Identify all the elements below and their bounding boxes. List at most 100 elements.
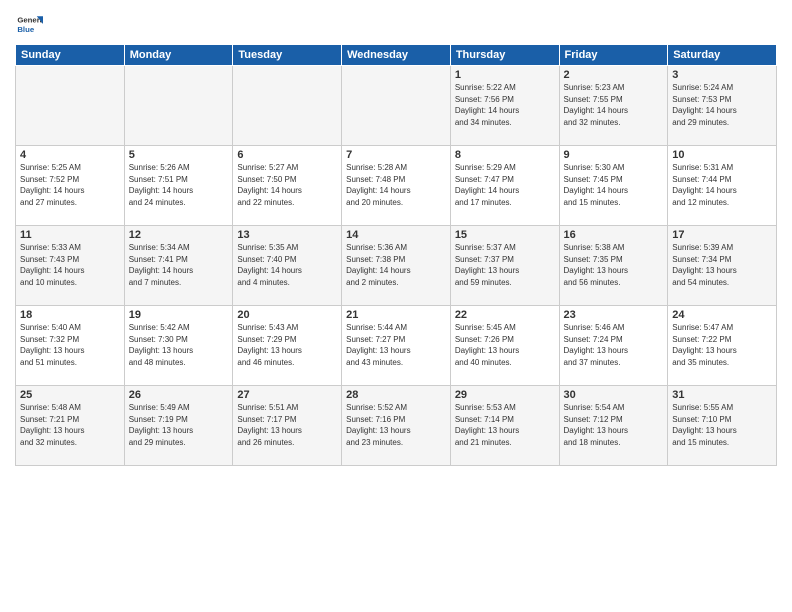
day-number: 31 — [672, 389, 772, 401]
calendar-cell: 13Sunrise: 5:35 AMSunset: 7:40 PMDayligh… — [233, 226, 342, 306]
calendar-cell: 1Sunrise: 5:22 AMSunset: 7:56 PMDaylight… — [450, 66, 559, 146]
weekday-header-sunday: Sunday — [16, 45, 125, 66]
day-number: 19 — [129, 309, 229, 321]
day-number: 10 — [672, 149, 772, 161]
calendar-cell: 31Sunrise: 5:55 AMSunset: 7:10 PMDayligh… — [668, 386, 777, 466]
day-info: Sunrise: 5:22 AMSunset: 7:56 PMDaylight:… — [455, 82, 555, 128]
weekday-header-tuesday: Tuesday — [233, 45, 342, 66]
calendar-cell: 12Sunrise: 5:34 AMSunset: 7:41 PMDayligh… — [124, 226, 233, 306]
day-number: 28 — [346, 389, 446, 401]
day-number: 5 — [129, 149, 229, 161]
weekday-header-saturday: Saturday — [668, 45, 777, 66]
header: General Blue — [15, 10, 777, 38]
day-info: Sunrise: 5:26 AMSunset: 7:51 PMDaylight:… — [129, 162, 229, 208]
day-number: 7 — [346, 149, 446, 161]
calendar-cell: 21Sunrise: 5:44 AMSunset: 7:27 PMDayligh… — [342, 306, 451, 386]
day-number: 23 — [564, 309, 664, 321]
day-number: 27 — [237, 389, 337, 401]
calendar-cell: 27Sunrise: 5:51 AMSunset: 7:17 PMDayligh… — [233, 386, 342, 466]
day-info: Sunrise: 5:38 AMSunset: 7:35 PMDaylight:… — [564, 242, 664, 288]
day-info: Sunrise: 5:30 AMSunset: 7:45 PMDaylight:… — [564, 162, 664, 208]
calendar-cell: 5Sunrise: 5:26 AMSunset: 7:51 PMDaylight… — [124, 146, 233, 226]
day-number: 15 — [455, 229, 555, 241]
day-info: Sunrise: 5:39 AMSunset: 7:34 PMDaylight:… — [672, 242, 772, 288]
weekday-header-thursday: Thursday — [450, 45, 559, 66]
weekday-header-wednesday: Wednesday — [342, 45, 451, 66]
calendar-cell: 18Sunrise: 5:40 AMSunset: 7:32 PMDayligh… — [16, 306, 125, 386]
day-info: Sunrise: 5:28 AMSunset: 7:48 PMDaylight:… — [346, 162, 446, 208]
day-number: 6 — [237, 149, 337, 161]
calendar-cell — [124, 66, 233, 146]
calendar-cell: 24Sunrise: 5:47 AMSunset: 7:22 PMDayligh… — [668, 306, 777, 386]
day-info: Sunrise: 5:48 AMSunset: 7:21 PMDaylight:… — [20, 402, 120, 448]
calendar-cell: 9Sunrise: 5:30 AMSunset: 7:45 PMDaylight… — [559, 146, 668, 226]
day-number: 2 — [564, 69, 664, 81]
calendar-cell: 4Sunrise: 5:25 AMSunset: 7:52 PMDaylight… — [16, 146, 125, 226]
calendar-week-row: 18Sunrise: 5:40 AMSunset: 7:32 PMDayligh… — [16, 306, 777, 386]
day-info: Sunrise: 5:54 AMSunset: 7:12 PMDaylight:… — [564, 402, 664, 448]
svg-text:Blue: Blue — [17, 25, 35, 34]
calendar-cell — [342, 66, 451, 146]
day-number: 24 — [672, 309, 772, 321]
calendar-week-row: 11Sunrise: 5:33 AMSunset: 7:43 PMDayligh… — [16, 226, 777, 306]
day-number: 8 — [455, 149, 555, 161]
day-number: 17 — [672, 229, 772, 241]
day-number: 21 — [346, 309, 446, 321]
day-info: Sunrise: 5:43 AMSunset: 7:29 PMDaylight:… — [237, 322, 337, 368]
day-info: Sunrise: 5:46 AMSunset: 7:24 PMDaylight:… — [564, 322, 664, 368]
day-number: 4 — [20, 149, 120, 161]
weekday-header-monday: Monday — [124, 45, 233, 66]
day-info: Sunrise: 5:51 AMSunset: 7:17 PMDaylight:… — [237, 402, 337, 448]
day-number: 3 — [672, 69, 772, 81]
day-info: Sunrise: 5:24 AMSunset: 7:53 PMDaylight:… — [672, 82, 772, 128]
calendar-cell: 19Sunrise: 5:42 AMSunset: 7:30 PMDayligh… — [124, 306, 233, 386]
logo: General Blue — [15, 10, 47, 38]
day-number: 13 — [237, 229, 337, 241]
day-info: Sunrise: 5:53 AMSunset: 7:14 PMDaylight:… — [455, 402, 555, 448]
calendar-cell: 29Sunrise: 5:53 AMSunset: 7:14 PMDayligh… — [450, 386, 559, 466]
calendar-cell: 20Sunrise: 5:43 AMSunset: 7:29 PMDayligh… — [233, 306, 342, 386]
calendar-cell: 6Sunrise: 5:27 AMSunset: 7:50 PMDaylight… — [233, 146, 342, 226]
calendar-cell: 10Sunrise: 5:31 AMSunset: 7:44 PMDayligh… — [668, 146, 777, 226]
calendar-cell: 28Sunrise: 5:52 AMSunset: 7:16 PMDayligh… — [342, 386, 451, 466]
calendar-cell — [16, 66, 125, 146]
calendar-page: General Blue SundayMondayTuesdayWednesda… — [0, 0, 792, 612]
calendar-body: 1Sunrise: 5:22 AMSunset: 7:56 PMDaylight… — [16, 66, 777, 466]
calendar-week-row: 4Sunrise: 5:25 AMSunset: 7:52 PMDaylight… — [16, 146, 777, 226]
day-info: Sunrise: 5:40 AMSunset: 7:32 PMDaylight:… — [20, 322, 120, 368]
day-number: 26 — [129, 389, 229, 401]
day-info: Sunrise: 5:42 AMSunset: 7:30 PMDaylight:… — [129, 322, 229, 368]
day-info: Sunrise: 5:34 AMSunset: 7:41 PMDaylight:… — [129, 242, 229, 288]
calendar-cell: 8Sunrise: 5:29 AMSunset: 7:47 PMDaylight… — [450, 146, 559, 226]
day-info: Sunrise: 5:37 AMSunset: 7:37 PMDaylight:… — [455, 242, 555, 288]
calendar-cell: 30Sunrise: 5:54 AMSunset: 7:12 PMDayligh… — [559, 386, 668, 466]
calendar-cell: 3Sunrise: 5:24 AMSunset: 7:53 PMDaylight… — [668, 66, 777, 146]
day-number: 20 — [237, 309, 337, 321]
day-info: Sunrise: 5:31 AMSunset: 7:44 PMDaylight:… — [672, 162, 772, 208]
weekday-header-friday: Friday — [559, 45, 668, 66]
calendar-cell: 11Sunrise: 5:33 AMSunset: 7:43 PMDayligh… — [16, 226, 125, 306]
calendar-cell: 14Sunrise: 5:36 AMSunset: 7:38 PMDayligh… — [342, 226, 451, 306]
day-number: 14 — [346, 229, 446, 241]
day-info: Sunrise: 5:47 AMSunset: 7:22 PMDaylight:… — [672, 322, 772, 368]
calendar-cell: 26Sunrise: 5:49 AMSunset: 7:19 PMDayligh… — [124, 386, 233, 466]
calendar-cell: 22Sunrise: 5:45 AMSunset: 7:26 PMDayligh… — [450, 306, 559, 386]
day-number: 11 — [20, 229, 120, 241]
day-number: 1 — [455, 69, 555, 81]
day-info: Sunrise: 5:25 AMSunset: 7:52 PMDaylight:… — [20, 162, 120, 208]
day-info: Sunrise: 5:36 AMSunset: 7:38 PMDaylight:… — [346, 242, 446, 288]
day-number: 22 — [455, 309, 555, 321]
day-info: Sunrise: 5:44 AMSunset: 7:27 PMDaylight:… — [346, 322, 446, 368]
calendar-cell: 15Sunrise: 5:37 AMSunset: 7:37 PMDayligh… — [450, 226, 559, 306]
calendar-table: SundayMondayTuesdayWednesdayThursdayFrid… — [15, 44, 777, 466]
calendar-header-row: SundayMondayTuesdayWednesdayThursdayFrid… — [16, 45, 777, 66]
day-info: Sunrise: 5:23 AMSunset: 7:55 PMDaylight:… — [564, 82, 664, 128]
calendar-week-row: 1Sunrise: 5:22 AMSunset: 7:56 PMDaylight… — [16, 66, 777, 146]
day-number: 9 — [564, 149, 664, 161]
day-number: 30 — [564, 389, 664, 401]
calendar-cell: 2Sunrise: 5:23 AMSunset: 7:55 PMDaylight… — [559, 66, 668, 146]
day-info: Sunrise: 5:45 AMSunset: 7:26 PMDaylight:… — [455, 322, 555, 368]
day-number: 29 — [455, 389, 555, 401]
calendar-cell: 7Sunrise: 5:28 AMSunset: 7:48 PMDaylight… — [342, 146, 451, 226]
logo-icon: General Blue — [15, 10, 43, 38]
